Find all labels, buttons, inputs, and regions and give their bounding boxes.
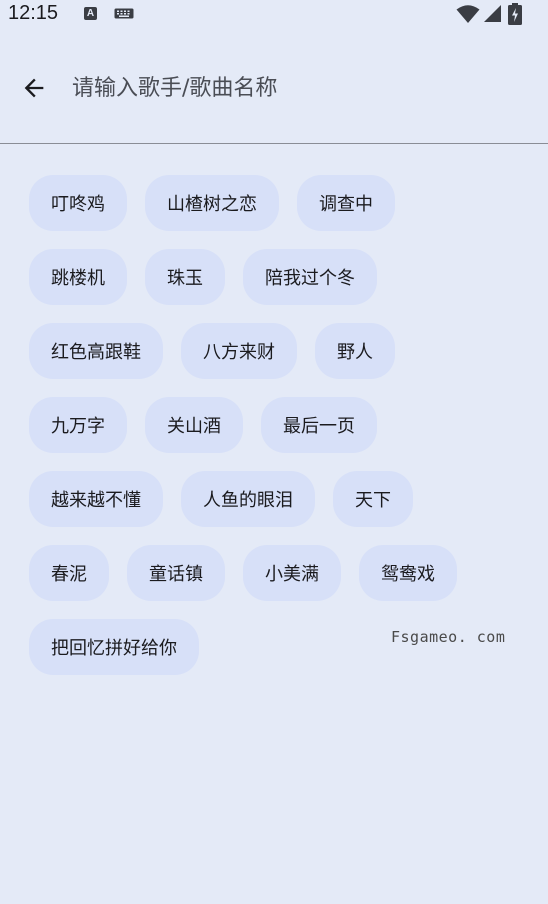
arrow-left-icon bbox=[24, 78, 44, 98]
accessibility-a-icon: A bbox=[84, 7, 97, 20]
search-chip[interactable]: 红色高跟鞋 bbox=[29, 323, 163, 379]
chip-row: 九万字 关山酒 最后一页 bbox=[29, 397, 529, 453]
search-chip[interactable]: 珠玉 bbox=[145, 249, 225, 305]
status-bar: 12:15 A bbox=[0, 0, 548, 30]
search-chip[interactable]: 陪我过个冬 bbox=[243, 249, 377, 305]
back-button[interactable] bbox=[12, 66, 56, 110]
watermark-text: Fsgameo. com bbox=[391, 628, 506, 646]
search-chip[interactable]: 天下 bbox=[333, 471, 413, 527]
battery-icon bbox=[508, 3, 522, 25]
chip-row: 红色高跟鞋 八方来财 野人 bbox=[29, 323, 529, 379]
search-chip[interactable]: 童话镇 bbox=[127, 545, 225, 601]
divider bbox=[0, 143, 548, 144]
search-chip[interactable]: 叮咚鸡 bbox=[29, 175, 127, 231]
search-chip[interactable]: 山楂树之恋 bbox=[145, 175, 279, 231]
chip-row: 跳楼机 珠玉 陪我过个冬 bbox=[29, 249, 529, 305]
search-chip[interactable]: 越来越不懂 bbox=[29, 471, 163, 527]
search-chip[interactable]: 关山酒 bbox=[145, 397, 243, 453]
signal-icon bbox=[484, 5, 501, 22]
status-right-icons bbox=[456, 3, 536, 25]
keyboard-icon bbox=[114, 8, 134, 19]
search-chip[interactable]: 调查中 bbox=[297, 175, 395, 231]
search-chip[interactable]: 八方来财 bbox=[181, 323, 297, 379]
search-chip[interactable]: 春泥 bbox=[29, 545, 109, 601]
search-input[interactable] bbox=[72, 68, 512, 108]
chip-row: 越来越不懂 人鱼的眼泪 天下 bbox=[29, 471, 529, 527]
search-bar bbox=[0, 60, 548, 116]
search-chip[interactable]: 跳楼机 bbox=[29, 249, 127, 305]
search-chip[interactable]: 把回忆拼好给你 bbox=[29, 619, 199, 675]
search-chip[interactable]: 九万字 bbox=[29, 397, 127, 453]
search-chip[interactable]: 最后一页 bbox=[261, 397, 377, 453]
wifi-icon bbox=[456, 5, 480, 23]
chip-row: 叮咚鸡 山楂树之恋 调查中 bbox=[29, 175, 529, 231]
search-chip[interactable]: 鸳鸯戏 bbox=[359, 545, 457, 601]
search-chip[interactable]: 野人 bbox=[315, 323, 395, 379]
chip-row: 春泥 童话镇 小美满 鸳鸯戏 bbox=[29, 545, 529, 601]
hot-search-chips: 叮咚鸡 山楂树之恋 调查中 跳楼机 珠玉 陪我过个冬 红色高跟鞋 八方来财 野人… bbox=[29, 175, 529, 693]
search-chip[interactable]: 小美满 bbox=[243, 545, 341, 601]
search-chip[interactable]: 人鱼的眼泪 bbox=[181, 471, 315, 527]
status-time: 12:15 bbox=[8, 2, 59, 24]
